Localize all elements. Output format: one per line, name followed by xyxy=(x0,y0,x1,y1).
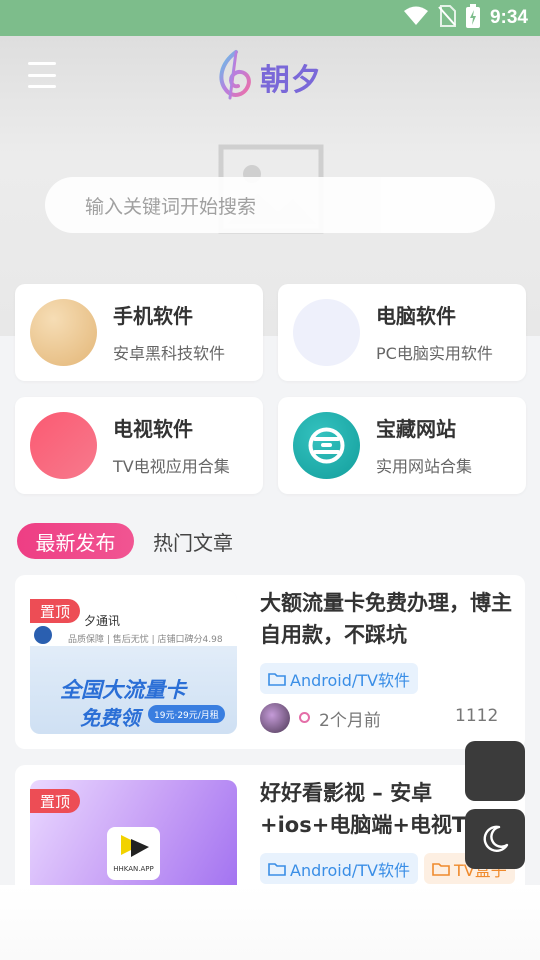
category-pc-software[interactable]: 电脑软件 PC电脑实用软件 xyxy=(278,284,526,381)
tab-latest[interactable]: 最新发布 xyxy=(17,523,134,559)
pinned-badge: 置顶 xyxy=(30,599,81,623)
category-title: 宝藏网站 xyxy=(376,417,456,441)
status-bar: 9:34 xyxy=(0,0,540,36)
folder-icon xyxy=(268,672,286,686)
view-count: 1112 xyxy=(455,706,499,726)
globe-icon xyxy=(308,427,345,464)
post-tag[interactable]: Android/TV软件 xyxy=(260,853,418,884)
category-phone-software[interactable]: 手机软件 安卓黑科技软件 xyxy=(15,284,263,381)
folder-icon xyxy=(268,862,286,876)
thumb-price-badge: 19元·29元/月租 xyxy=(148,705,225,723)
moon-icon xyxy=(483,825,509,852)
category-title: 电视软件 xyxy=(113,417,193,441)
category-subtitle: 安卓黑科技软件 xyxy=(113,344,226,363)
play-icon xyxy=(121,835,149,857)
app-label: HHKAN.APP xyxy=(113,865,154,873)
category-title: 手机软件 xyxy=(113,304,193,328)
thumb-brand: 夕通讯 xyxy=(84,614,121,628)
post-card[interactable]: 夕通讯 品质保障 | 售后无忧 | 店铺口碑分4.98 全国大流量卡 免费领 1… xyxy=(15,575,525,749)
floating-button[interactable] xyxy=(465,741,525,801)
no-sim-icon xyxy=(438,5,456,31)
category-treasure-sites[interactable]: 宝藏网站 实用网站合集 xyxy=(278,397,526,494)
thumb-info: 品质保障 | 售后无忧 | 店铺口碑分4.98 xyxy=(68,635,223,645)
pc-software-icon xyxy=(293,299,360,366)
site-logo[interactable]: 朝夕 xyxy=(216,48,322,106)
folder-icon xyxy=(432,862,450,876)
pinned-badge: 置顶 xyxy=(30,789,81,813)
battery-charging-icon xyxy=(465,4,480,32)
category-subtitle: 实用网站合集 xyxy=(376,457,473,476)
clock: 9:34 xyxy=(489,7,528,28)
phone-software-icon xyxy=(30,299,97,366)
logo-mark-icon xyxy=(216,48,256,106)
post-time: 2个月前 xyxy=(319,711,381,731)
bottom-overlay xyxy=(0,885,540,960)
post-tag-label: Android/TV软件 xyxy=(290,860,410,880)
post-title[interactable]: 大额流量卡免费办理，博主自用款，不踩坑 xyxy=(260,587,515,651)
thumb-headline: 全国大流量卡 xyxy=(60,678,186,702)
category-subtitle: PC电脑实用软件 xyxy=(376,344,493,363)
search-input[interactable]: 输入关键词开始搜索 xyxy=(45,177,495,233)
category-tv-software[interactable]: 电视软件 TV电视应用合集 xyxy=(15,397,263,494)
category-subtitle: TV电视应用合集 xyxy=(113,457,230,476)
logo-text: 朝夕 xyxy=(260,63,322,98)
wifi-icon xyxy=(403,6,428,30)
post-tag[interactable]: Android/TV软件 xyxy=(260,663,418,694)
search-placeholder: 输入关键词开始搜索 xyxy=(85,195,257,218)
post-tag-label: Android/TV软件 xyxy=(290,670,410,690)
author-avatar[interactable] xyxy=(260,703,290,733)
clock-icon xyxy=(299,712,310,723)
brand-logo-icon xyxy=(34,626,52,644)
app-icon: HHKAN.APP xyxy=(107,827,160,880)
treasure-sites-icon xyxy=(293,412,360,479)
dark-mode-button[interactable] xyxy=(465,809,525,869)
tv-software-icon xyxy=(30,412,97,479)
menu-icon[interactable] xyxy=(28,62,56,88)
post-tabs: 最新发布 热门文章 xyxy=(17,523,233,559)
tab-popular[interactable]: 热门文章 xyxy=(153,527,233,556)
thumb-headline-2: 免费领 xyxy=(80,706,140,730)
category-title: 电脑软件 xyxy=(376,304,456,328)
